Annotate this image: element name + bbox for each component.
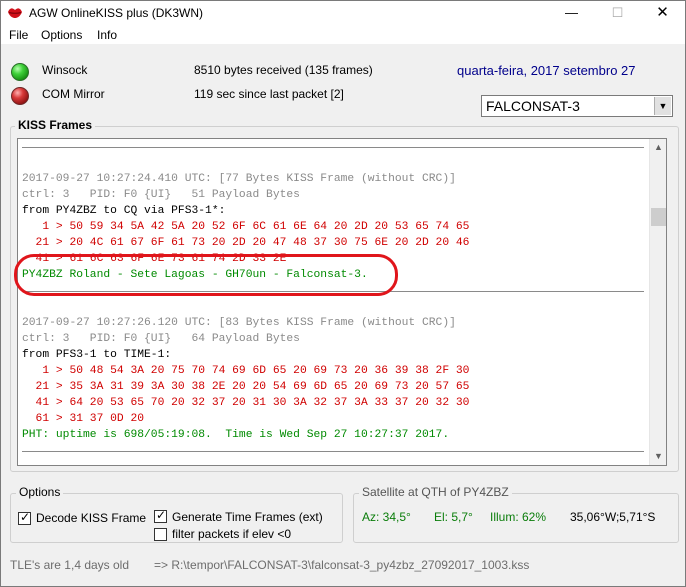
maximize-button[interactable]: ☐ xyxy=(595,1,640,25)
log-separator xyxy=(22,139,644,155)
satellite-select[interactable]: FALCONSAT-3 ▼ xyxy=(481,95,673,117)
log-line: 2017-09-27 10:27:26.120 UTC: [83 Bytes K… xyxy=(22,317,456,329)
options-label: Options xyxy=(16,485,64,499)
filter-packets-label[interactable]: filter packets if elev <0 xyxy=(172,527,291,541)
minimize-button[interactable]: — xyxy=(549,1,594,25)
com-mirror-info: 119 sec since last packet [2] xyxy=(194,87,344,101)
log-line: ctrl: 3 PID: F0 {UI} 51 Payload Bytes xyxy=(22,189,300,201)
generate-time-frames-label[interactable]: Generate Time Frames (ext) xyxy=(172,510,323,524)
current-date: quarta-feira, 2017 setembro 27 xyxy=(457,63,636,78)
winsock-info: 8510 bytes received (135 frames) xyxy=(194,63,373,77)
satellite-qth-label: Satellite at QTH of PY4ZBZ xyxy=(359,485,512,499)
menu-info[interactable]: Info xyxy=(97,28,117,42)
log-line: 1 > 50 59 34 5A 42 5A 20 52 6F 6C 61 6E … xyxy=(22,221,470,233)
title-bar[interactable]: AGW OnlineKISS plus (DK3WN) — ☐ ✕ xyxy=(1,1,685,25)
log-lines: 2017-09-27 10:27:24.410 UTC: [77 Bytes K… xyxy=(22,139,644,459)
menu-file[interactable]: File xyxy=(9,28,28,42)
log-line: from PFS3-1 to TIME-1: xyxy=(22,349,172,361)
decode-kiss-label[interactable]: Decode KISS Frame xyxy=(36,511,146,525)
kiss-frames-log[interactable]: 2017-09-27 10:27:24.410 UTC: [77 Bytes K… xyxy=(17,138,667,466)
output-file-path: => R:\tempor\FALCONSAT-3\falconsat-3_py4… xyxy=(154,558,530,572)
log-line: 61 > 31 37 0D 20 xyxy=(22,413,145,425)
com-mirror-label: COM Mirror xyxy=(42,87,105,101)
log-line: from PY4ZBZ to CQ via PFS3-1*: xyxy=(22,205,226,217)
log-line: ctrl: 3 PID: F0 {UI} 64 Payload Bytes xyxy=(22,333,300,345)
scroll-thumb[interactable] xyxy=(651,208,666,226)
azimuth-value: Az: 34,5° xyxy=(362,510,411,524)
kiss-frames-label: KISS Frames xyxy=(15,118,96,132)
decode-kiss-checkbox[interactable]: ✓ xyxy=(18,510,31,525)
log-line: 1 > 50 48 54 3A 20 75 70 74 69 6D 65 20 … xyxy=(22,365,470,377)
scroll-down-icon[interactable]: ▼ xyxy=(650,448,666,465)
log-line: PHT: uptime is 698/05:19:08. Time is Wed… xyxy=(22,429,450,441)
illumination-value: Illum: 62% xyxy=(490,510,547,524)
tle-age-status: TLE's are 1,4 days old xyxy=(10,558,130,572)
scroll-up-icon[interactable]: ▲ xyxy=(650,139,666,156)
log-line: 21 > 35 3A 31 39 3A 30 38 2E 20 20 54 69… xyxy=(22,381,470,393)
menu-options[interactable]: Options xyxy=(41,28,82,42)
close-button[interactable]: ✕ xyxy=(640,1,685,25)
checkmark-icon: ✓ xyxy=(156,508,167,522)
com-mirror-status-led xyxy=(11,87,29,105)
generate-time-frames-checkbox[interactable]: ✓ xyxy=(154,508,167,523)
lips-app-icon xyxy=(8,8,22,18)
highlight-annotation-circle xyxy=(14,254,398,296)
log-line: 21 > 20 4C 61 67 6F 61 73 20 2D 20 47 48… xyxy=(22,237,470,249)
log-scrollbar[interactable]: ▲ ▼ xyxy=(649,139,666,465)
main-window: AGW OnlineKISS plus (DK3WN) — ☐ ✕ File O… xyxy=(0,0,686,587)
chevron-down-icon[interactable]: ▼ xyxy=(654,97,671,115)
menu-bar: File Options Info xyxy=(1,25,685,45)
log-line: 41 > 64 20 53 65 70 20 32 37 20 31 30 3A… xyxy=(22,397,470,409)
checkmark-icon: ✓ xyxy=(20,510,31,524)
winsock-label: Winsock xyxy=(42,63,88,77)
log-line: 2017-09-27 10:27:24.410 UTC: [77 Bytes K… xyxy=(22,173,456,185)
winsock-status-led xyxy=(11,63,29,81)
filter-packets-checkbox[interactable] xyxy=(154,528,167,541)
satellite-select-value: FALCONSAT-3 xyxy=(486,98,580,114)
coordinates-value: 35,06°W;5,71°S xyxy=(570,510,656,524)
window-title: AGW OnlineKISS plus (DK3WN) xyxy=(29,6,204,20)
elevation-value: El: 5,7° xyxy=(434,510,473,524)
log-separator xyxy=(22,443,644,459)
